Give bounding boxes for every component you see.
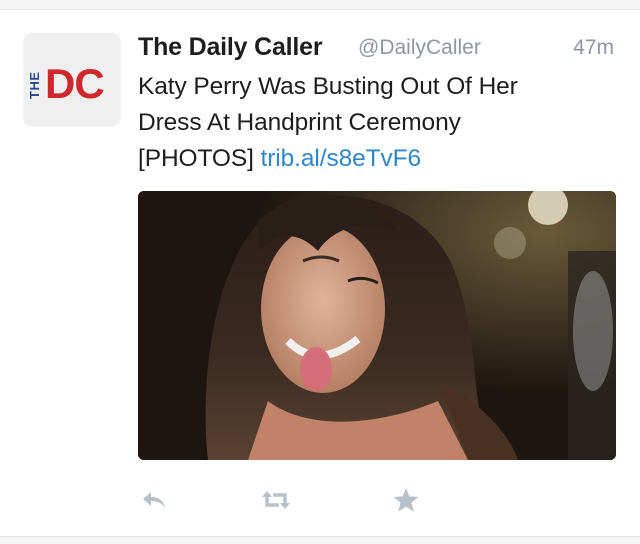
author-name[interactable]: The Daily Caller [138, 33, 323, 62]
tweet-photo[interactable] [138, 191, 616, 460]
avatar[interactable]: THE DC [24, 33, 120, 125]
logo-letters: DC [45, 60, 104, 107]
tweet-link[interactable]: trib.al/s8eTvF6 [261, 145, 422, 172]
logo-vertical-word: THE [27, 72, 42, 100]
author-handle[interactable]: @DailyCaller [358, 36, 481, 60]
retweet-icon [262, 491, 290, 509]
reply-button[interactable] [138, 485, 170, 515]
reply-arrow-icon [143, 492, 165, 508]
bottom-divider [0, 536, 640, 544]
tweet-text: Katy Perry Was Busting Out Of Her Dress … [138, 69, 608, 177]
tweet-screen: THE DC The Daily Caller @DailyCaller 47m… [0, 0, 640, 544]
retweet-button[interactable] [260, 485, 292, 515]
star-icon [393, 488, 419, 512]
tweet-text-prefix: [PHOTOS] [138, 145, 254, 172]
tweet-text-line-3: [PHOTOS] trib.al/s8eTvF6 [138, 141, 608, 177]
favorite-button[interactable] [390, 485, 422, 515]
tweet-header: The Daily Caller @DailyCaller 47m [138, 33, 618, 67]
tweet-timestamp: 47m [573, 36, 614, 59]
tweet-actions [138, 485, 438, 515]
tweet-text-line-1: Katy Perry Was Busting Out Of Her [138, 73, 518, 100]
photo-image [138, 191, 616, 460]
daily-caller-logo: THE DC [24, 33, 120, 125]
tweet-card[interactable]: THE DC The Daily Caller @DailyCaller 47m… [0, 11, 640, 536]
top-divider [0, 0, 640, 10]
tweet-text-line-2: Dress At Handprint Ceremony [138, 109, 461, 136]
